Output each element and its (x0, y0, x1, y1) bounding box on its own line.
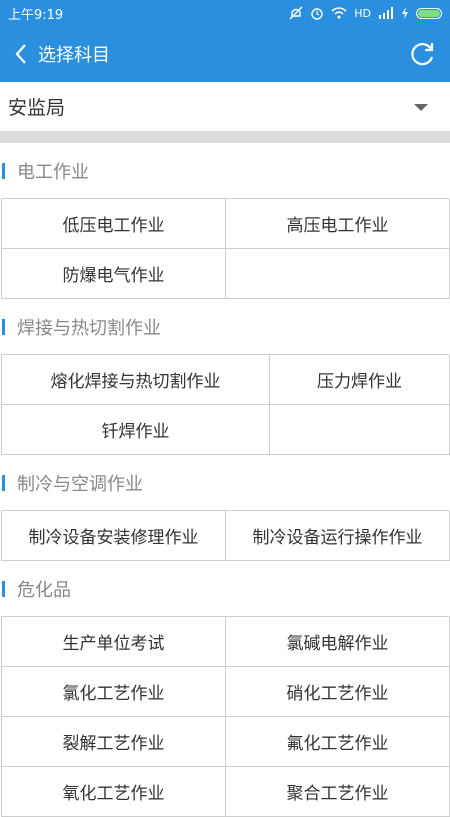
empty-cell (270, 405, 450, 455)
status-icons: HD (289, 6, 442, 20)
subject-item[interactable]: 硝化工艺作业 (226, 667, 450, 717)
section-title-text: 制冷与空调作业 (17, 473, 143, 495)
section-title-text: 危化品 (17, 579, 71, 601)
subject-grid: 低压电工作业 高压电工作业 防爆电气作业 (1, 198, 450, 299)
subject-list: 电工作业低压电工作业 高压电工作业 防爆电气作业焊接与热切割作业熔化焊接与热切割作业… (0, 143, 450, 817)
subject-item[interactable]: 压力焊作业 (270, 355, 450, 405)
section-title-text: 焊接与热切割作业 (17, 317, 161, 339)
back-button[interactable] (14, 42, 34, 66)
battery-icon (416, 7, 442, 19)
subject-item[interactable]: 制冷设备安装修理作业 (2, 511, 226, 561)
subject-item[interactable]: 熔化焊接与热切割作业 (2, 355, 270, 405)
subject-item[interactable]: 聚合工艺作业 (226, 767, 450, 817)
subject-item[interactable]: 裂解工艺作业 (2, 717, 226, 767)
refresh-icon (411, 43, 434, 66)
subject-item[interactable]: 低压电工作业 (2, 199, 226, 249)
status-bar: 上午9:19 HD (0, 0, 450, 26)
dropdown-caret-icon (414, 104, 428, 111)
mute-icon (289, 6, 303, 20)
subject-item[interactable]: 氧化工艺作业 (2, 767, 226, 817)
subject-item[interactable]: 防爆电气作业 (2, 249, 226, 299)
subject-grid: 熔化焊接与热切割作业 压力焊作业 钎焊作业 (1, 354, 450, 455)
empty-cell (226, 249, 450, 299)
refresh-button[interactable] (408, 40, 436, 68)
subject-item[interactable]: 制冷设备运行操作作业 (226, 511, 450, 561)
alarm-icon (311, 8, 323, 20)
section-title: 制冷与空调作业 (0, 455, 450, 510)
section-marker (2, 474, 5, 491)
subject-item[interactable]: 钎焊作业 (2, 405, 270, 455)
section-title: 危化品 (0, 561, 450, 616)
wifi-icon (331, 7, 347, 19)
subject-item[interactable]: 氟化工艺作业 (226, 717, 450, 767)
section-marker (2, 580, 5, 597)
subject-item[interactable]: 生产单位考试 (2, 617, 226, 667)
subject-grid: 制冷设备安装修理作业 制冷设备运行操作作业 (1, 510, 450, 561)
subject-item[interactable]: 氯化工艺作业 (2, 667, 226, 717)
status-time: 上午9:19 (8, 7, 64, 23)
section-title: 焊接与热切割作业 (0, 299, 450, 354)
signal-icon (379, 7, 393, 19)
charging-icon (402, 7, 408, 19)
section-marker (2, 318, 5, 335)
agency-selector[interactable]: 安监局 (0, 82, 450, 132)
page-title: 选择科目 (38, 45, 110, 66)
section-marker (2, 162, 5, 179)
subject-item[interactable]: 高压电工作业 (226, 199, 450, 249)
section-title-text: 电工作业 (17, 161, 89, 183)
chevron-left-icon (15, 44, 26, 64)
app-bar: 选择科目 (0, 26, 450, 82)
section-title: 电工作业 (0, 143, 450, 198)
subject-grid: 生产单位考试 氯碱电解作业 氯化工艺作业 硝化工艺作业 裂解工艺作业 氟化工艺作业 氧化工艺… (1, 616, 450, 817)
section-divider (0, 132, 450, 143)
network-badge: HD (354, 6, 371, 20)
subject-item[interactable]: 氯碱电解作业 (226, 617, 450, 667)
agency-selector-value: 安监局 (8, 97, 66, 119)
